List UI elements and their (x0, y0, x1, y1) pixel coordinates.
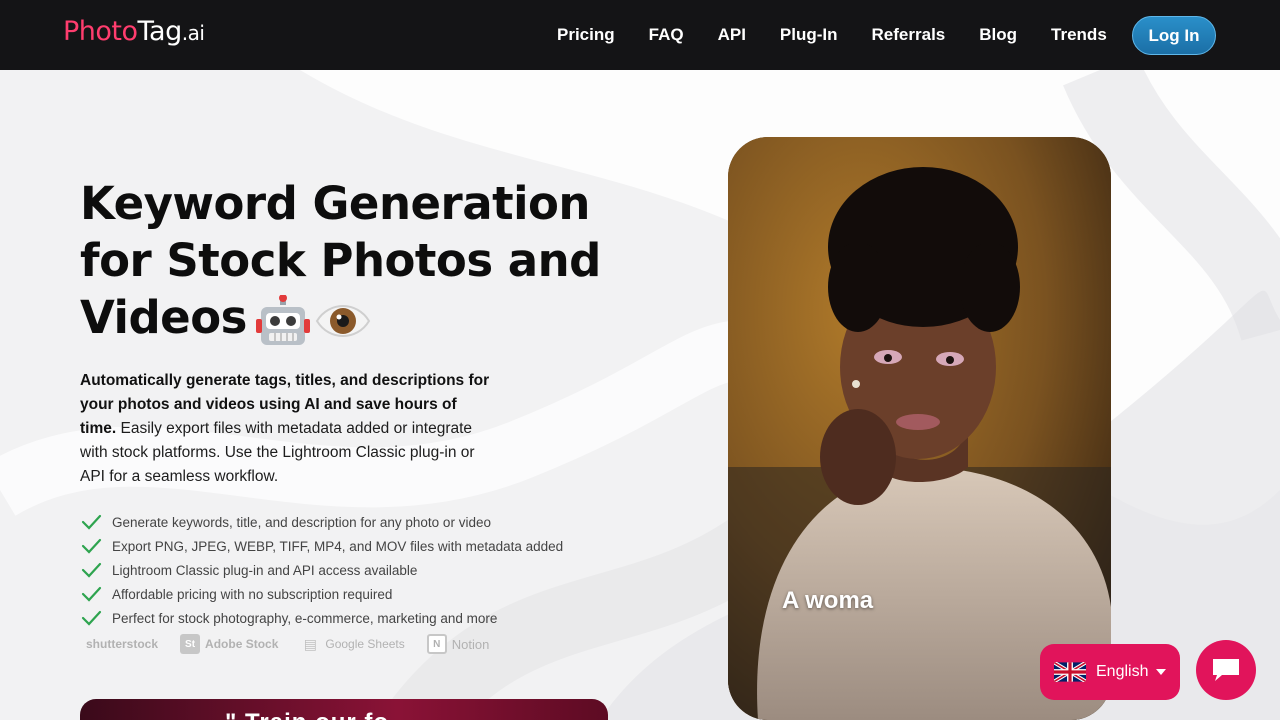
feature-text: Lightroom Classic plug-in and API access… (112, 562, 418, 578)
language-selector[interactable]: English (1040, 644, 1180, 700)
nav-links: Pricing FAQ API Plug-In Referrals Blog T… (540, 0, 1124, 70)
partner-shutterstock: shutterstock (86, 637, 158, 651)
feature-item: Affordable pricing with no subscription … (80, 582, 563, 606)
headline-emojis (255, 295, 371, 347)
feature-list: Generate keywords, title, and descriptio… (80, 510, 563, 630)
feature-text: Export PNG, JPEG, WEBP, TIFF, MP4, and M… (112, 538, 564, 554)
hero-section: Keyword Generation for Stock Photos and … (80, 175, 640, 489)
nav-link-pricing[interactable]: Pricing (557, 25, 615, 45)
check-icon (81, 586, 102, 602)
google-sheets-icon: ▤ (303, 635, 317, 652)
top-navbar: PhotoTag.ai Pricing FAQ API Plug-In Refe… (0, 0, 1280, 70)
notion-icon: N (426, 634, 447, 654)
partner-label: Google Sheets (325, 637, 405, 651)
uk-flag-icon (1054, 662, 1086, 682)
page-title: Keyword Generation for Stock Photos and … (80, 175, 640, 347)
nav-link-plug-in[interactable]: Plug-In (780, 25, 838, 45)
partner-label: Notion (451, 636, 490, 652)
nav-link-api[interactable]: API (718, 25, 746, 45)
eye-icon (315, 305, 371, 337)
chevron-down-icon (1156, 669, 1167, 675)
hero-description: Automatically generate tags, titles, and… (80, 369, 490, 489)
partner-notion: N Notion (426, 634, 490, 654)
partner-label: Adobe Stock (205, 637, 279, 651)
example-photo-card: A woma (728, 137, 1111, 720)
adobe-stock-icon: St (180, 634, 201, 654)
chat-bubble-icon (1213, 659, 1239, 681)
partner-adobe-stock: St Adobe Stock (180, 634, 278, 654)
partner-label: shutterstock (86, 637, 159, 651)
check-icon (81, 562, 102, 578)
partner-google-sheets: ▤ Google Sheets (300, 634, 405, 654)
language-label: English (1096, 663, 1149, 680)
logo-ai-text: .ai (181, 21, 205, 45)
logo-photo-text: Photo (63, 16, 138, 47)
login-button[interactable]: Log In (1132, 16, 1216, 55)
check-icon (81, 514, 102, 530)
photo-caption: A woma (782, 587, 874, 614)
nav-link-referrals[interactable]: Referrals (872, 25, 946, 45)
photo-tag-logo[interactable]: PhotoTag.ai (63, 16, 205, 47)
hero-description-rest: Easily export files with metadata added … (80, 420, 475, 485)
nav-link-blog[interactable]: Blog (979, 25, 1017, 45)
check-icon (81, 610, 102, 626)
cta-banner[interactable]: " Train our fo (80, 699, 608, 720)
feature-item: Lightroom Classic plug-in and API access… (80, 558, 563, 582)
feature-text: Perfect for stock photography, e-commerc… (112, 610, 498, 626)
feature-text: Affordable pricing with no subscription … (112, 586, 393, 602)
robot-icon (255, 295, 310, 345)
nav-link-faq[interactable]: FAQ (649, 25, 684, 45)
example-photo (728, 137, 1111, 720)
chat-button[interactable] (1196, 640, 1256, 700)
feature-item: Export PNG, JPEG, WEBP, TIFF, MP4, and M… (80, 534, 563, 558)
check-icon (81, 538, 102, 554)
feature-item: Perfect for stock photography, e-commerc… (80, 606, 563, 630)
feature-item: Generate keywords, title, and descriptio… (80, 510, 563, 534)
partner-logos: shutterstock St Adobe Stock ▤ Google She… (86, 634, 489, 654)
logo-tag-text: Tag (137, 16, 183, 47)
cta-banner-text: " Train our fo (225, 709, 389, 720)
nav-link-trends[interactable]: Trends (1051, 25, 1107, 45)
feature-text: Generate keywords, title, and descriptio… (112, 514, 491, 530)
